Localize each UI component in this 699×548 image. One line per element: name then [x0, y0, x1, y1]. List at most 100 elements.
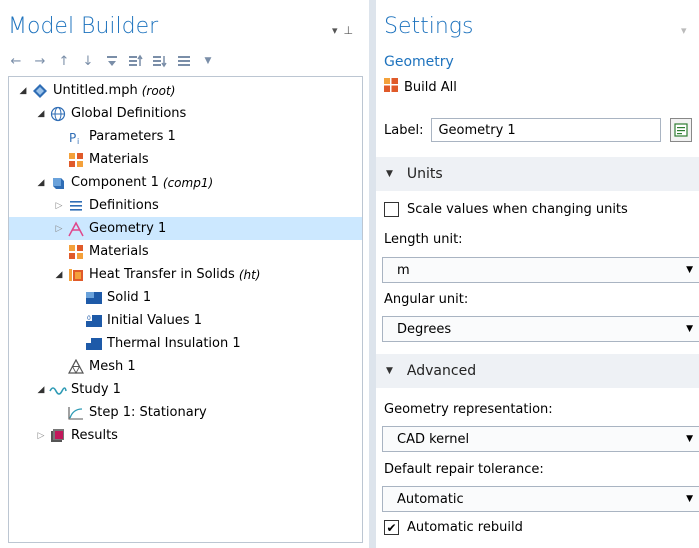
tree-item-label: Component 1	[71, 175, 159, 190]
dropdown-arrow-icon: ▼	[686, 494, 693, 504]
repair-tol-select[interactable]: Automatic ▼	[382, 486, 699, 512]
svg-text:P: P	[69, 131, 76, 145]
tree-item[interactable]: ◢ Component 1 (comp1)	[9, 171, 362, 194]
move-down-icon[interactable]: ↓	[80, 53, 96, 69]
show-icon[interactable]	[104, 53, 120, 69]
tree-item[interactable]: ▷ Results	[9, 424, 362, 447]
tree-item[interactable]: Mesh 1	[9, 355, 362, 378]
panel-menu-pin[interactable]: ▾⊥	[332, 24, 359, 37]
dropdown-arrow-icon: ▼	[686, 265, 693, 275]
expanded-caret-icon[interactable]: ◢	[17, 86, 29, 96]
length-unit-label: Length unit:	[384, 232, 463, 247]
model-builder-title: Model Builder	[8, 14, 159, 39]
geometry-rep-value: CAD kernel	[397, 431, 470, 447]
expanded-caret-icon[interactable]: ◢	[35, 385, 47, 395]
parameters-icon: Pi	[67, 129, 85, 145]
expanded-caret-icon[interactable]: ◢	[35, 109, 47, 119]
tree-item-label: Materials	[89, 244, 149, 259]
toolbar-dropdown-icon[interactable]: ▼	[200, 53, 216, 69]
tree-item-tag: (comp1)	[162, 175, 214, 190]
geometry-icon	[67, 220, 85, 237]
tree-item-label: Results	[71, 428, 118, 443]
collapsed-caret-icon[interactable]: ▷	[53, 201, 65, 211]
tree-item-label: Parameters 1	[89, 129, 176, 144]
tree-item-label: Materials	[89, 152, 149, 167]
length-unit-select[interactable]: m ▼	[382, 257, 699, 283]
auto-rebuild-label: Automatic rebuild	[407, 520, 523, 535]
tree-item-label: Geometry 1	[89, 221, 167, 236]
thermal-insulation-icon	[85, 336, 103, 352]
tree-item-label: Study 1	[71, 382, 121, 397]
component-icon	[49, 175, 67, 191]
list-view-icon[interactable]	[176, 53, 192, 69]
label-reset-icon[interactable]	[670, 118, 693, 142]
settings-panel: Settings ▾ Geometry Build All Label: ▼ U…	[376, 0, 699, 548]
geometry-rep-select[interactable]: CAD kernel ▼	[382, 426, 699, 452]
tree-item[interactable]: Thermal Insulation 1	[9, 332, 362, 355]
expanded-caret-icon[interactable]: ◢	[35, 178, 47, 188]
angular-unit-label: Angular unit:	[384, 292, 469, 307]
tree-item[interactable]: Solid 1	[9, 286, 362, 309]
label-row: Label:	[384, 118, 699, 142]
move-up-icon[interactable]: ↑	[56, 53, 72, 69]
length-unit-value: m	[397, 262, 410, 278]
build-all-label: Build All	[404, 79, 457, 95]
tree-item[interactable]: ◢ Study 1	[9, 378, 362, 401]
angular-unit-value: Degrees	[397, 321, 452, 337]
heat-transfer-icon	[67, 267, 85, 283]
stationary-step-icon	[67, 405, 85, 421]
angular-unit-select[interactable]: Degrees ▼	[382, 316, 699, 342]
tree-item[interactable]: ▷ Definitions	[9, 194, 362, 217]
auto-rebuild-row[interactable]: ✔ Automatic rebuild	[384, 520, 523, 535]
svg-text:i: i	[77, 137, 79, 145]
tree-item[interactable]: ◢ Global Definitions	[9, 102, 362, 125]
scale-values-checkbox[interactable]	[384, 202, 399, 217]
tree-item-label: Thermal Insulation 1	[107, 336, 241, 351]
collapsed-caret-icon[interactable]: ▷	[53, 224, 65, 234]
expanded-caret-icon[interactable]: ◢	[53, 270, 65, 280]
root-icon	[31, 83, 49, 99]
svg-text:0: 0	[87, 315, 91, 322]
repair-tol-value: Automatic	[397, 491, 464, 507]
label-input[interactable]	[431, 118, 662, 142]
settings-title: Settings	[384, 14, 474, 39]
tree-item-label: Solid 1	[107, 290, 152, 305]
tree-item[interactable]: ◢ Untitled.mph (root)	[9, 79, 362, 102]
tree-item-label: Global Definitions	[71, 106, 187, 121]
advanced-section-header[interactable]: ▼ Advanced	[376, 354, 699, 388]
dropdown-arrow-icon: ▼	[686, 434, 693, 444]
tree-item[interactable]: Materials	[9, 240, 362, 263]
tree-item[interactable]: ▷ Geometry 1	[9, 217, 362, 240]
repair-tol-label: Default repair tolerance:	[384, 462, 544, 477]
tree-item-label: Initial Values 1	[107, 313, 202, 328]
section-collapse-icon: ▼	[386, 366, 393, 376]
tree-item-tag: (root)	[141, 83, 176, 98]
back-arrow-icon[interactable]: ←	[8, 53, 24, 69]
units-section-header[interactable]: ▼ Units	[376, 157, 699, 191]
tree-item[interactable]: Pi Parameters 1	[9, 125, 362, 148]
tree-item-label: Heat Transfer in Solids	[89, 267, 235, 282]
expand-all-icon[interactable]	[152, 53, 168, 69]
collapse-all-icon[interactable]	[128, 53, 144, 69]
tree-item-label: Step 1: Stationary	[89, 405, 207, 420]
study-icon	[49, 382, 67, 398]
auto-rebuild-checkbox[interactable]: ✔	[384, 520, 399, 535]
pin-icon[interactable]: ⊥	[344, 24, 360, 37]
mesh-icon	[67, 358, 85, 375]
settings-menu-icon[interactable]: ▾	[681, 24, 693, 37]
globe-icon	[49, 106, 67, 122]
panel-splitter[interactable]	[369, 0, 376, 548]
units-section-title: Units	[406, 166, 443, 182]
label-caption: Label:	[384, 122, 424, 138]
build-all-button[interactable]: Build All	[384, 78, 457, 96]
solid-icon	[85, 290, 103, 306]
tree-item[interactable]: Materials	[9, 148, 362, 171]
panel-menu-icon[interactable]: ▾	[332, 24, 344, 37]
collapsed-caret-icon[interactable]: ▷	[35, 431, 47, 441]
tree-item[interactable]: Step 1: Stationary	[9, 401, 362, 424]
tree-item[interactable]: ◢ Heat Transfer in Solids (ht)	[9, 263, 362, 286]
scale-values-row[interactable]: Scale values when changing units	[384, 202, 628, 217]
forward-arrow-icon[interactable]: →	[32, 53, 48, 69]
checkmark-icon: ✔	[386, 520, 397, 535]
tree-item[interactable]: 0 Initial Values 1	[9, 309, 362, 332]
